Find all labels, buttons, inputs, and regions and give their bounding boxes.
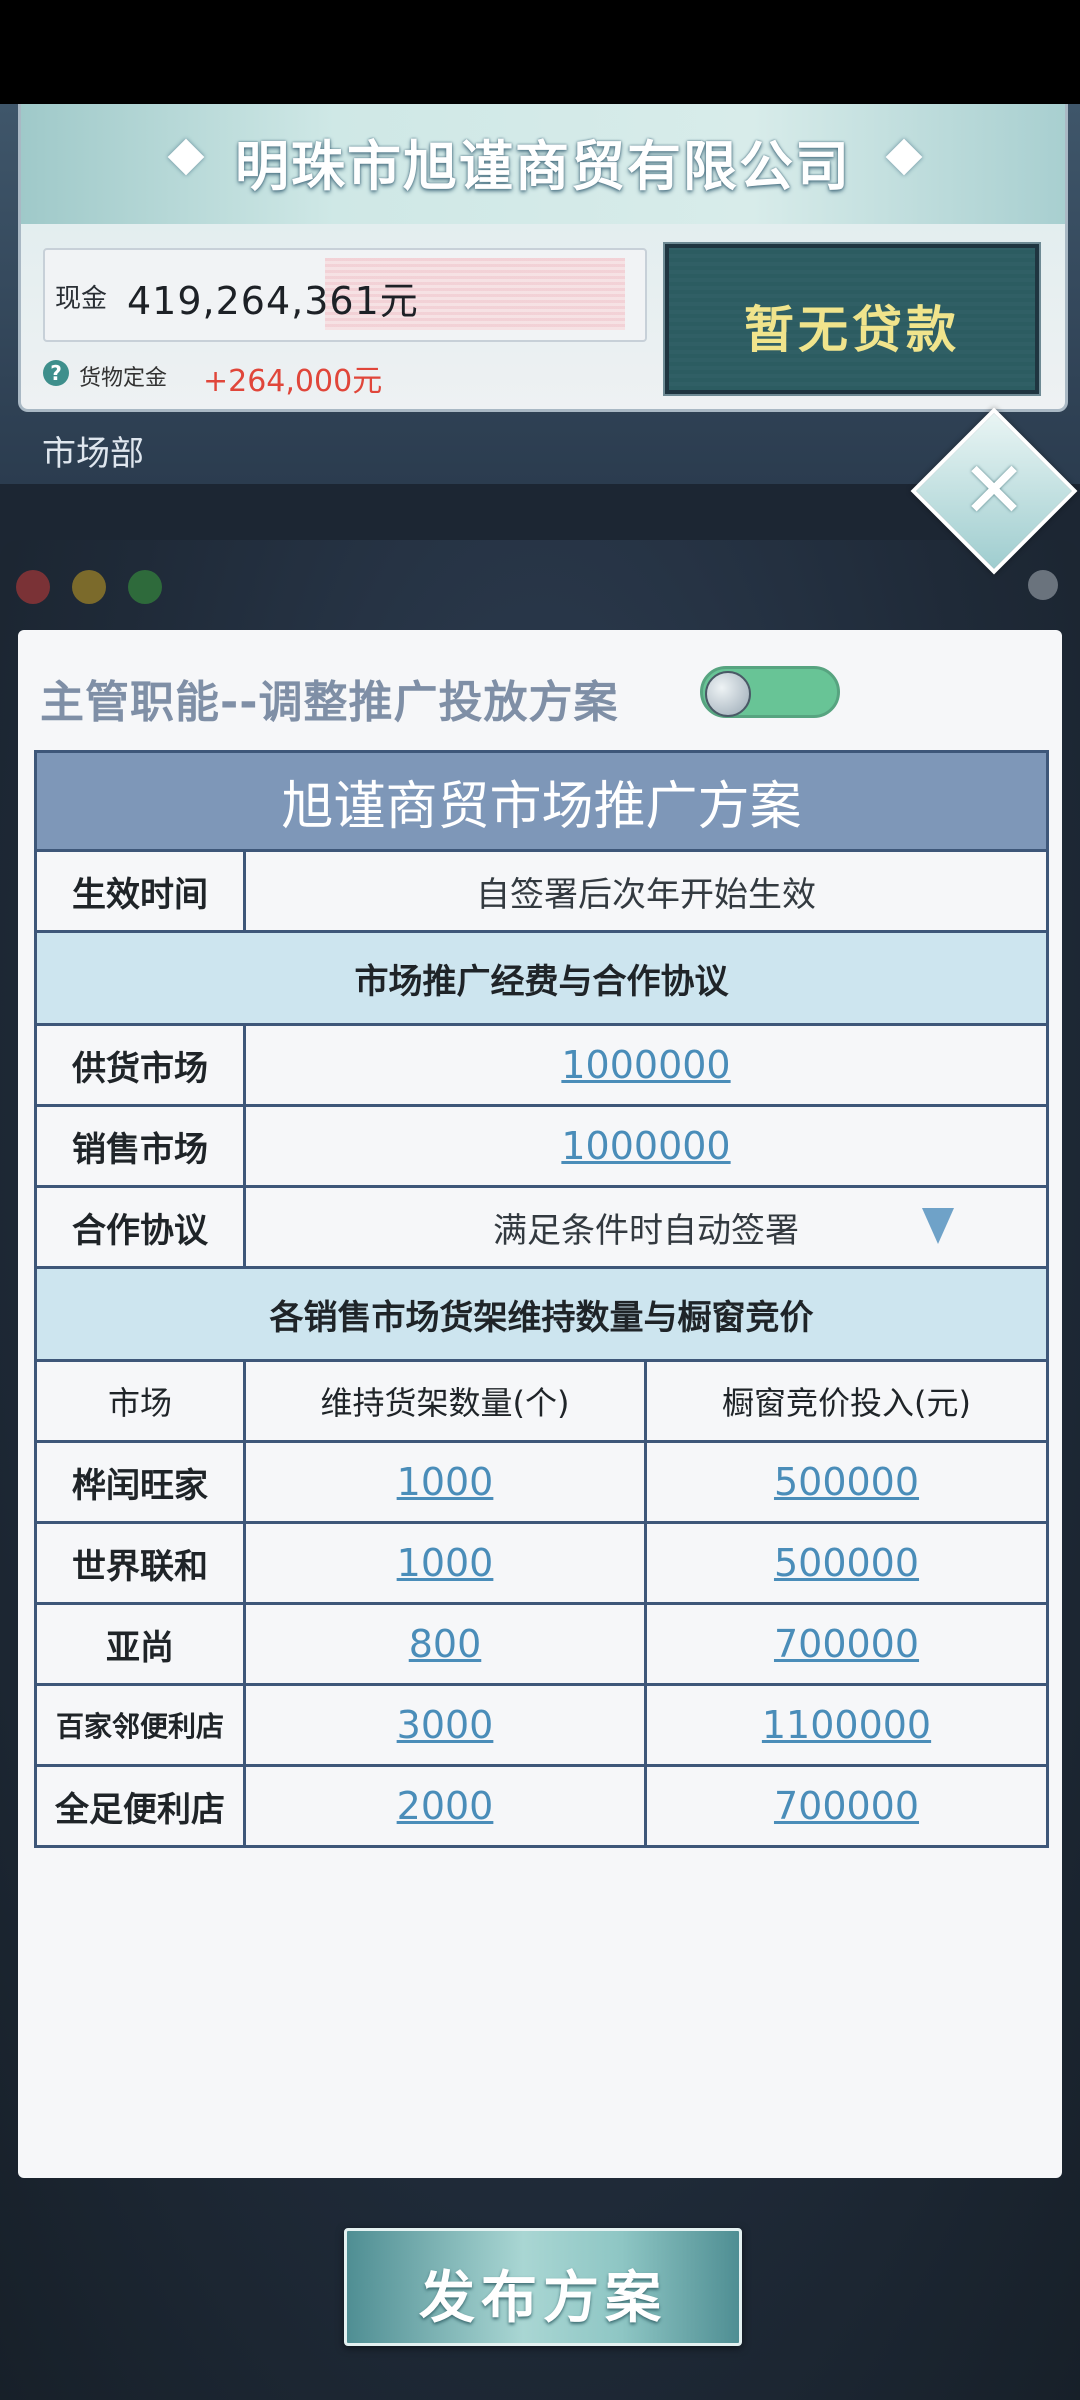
market-name: 亚尚 [34, 1602, 246, 1686]
table-row: 世界联和 1000 500000 [34, 1521, 1050, 1605]
publish-plan-button[interactable]: 发布方案 [344, 2228, 742, 2346]
function-toggle[interactable] [700, 666, 840, 718]
chevron-down-icon[interactable] [922, 1208, 955, 1244]
window-dot-grey-icon [1028, 570, 1058, 600]
bid-value[interactable]: 700000 [643, 1602, 1050, 1686]
department-label: 市场部 [42, 434, 144, 474]
deposit-value: +264,000元 [203, 364, 383, 399]
column-header-bid: 橱窗竞价投入(元) [643, 1359, 1050, 1443]
loan-button[interactable]: 暂无贷款 [663, 242, 1041, 396]
close-icon[interactable]: ✕ [935, 432, 1053, 550]
agreement-label: 合作协议 [34, 1185, 246, 1269]
cash-box: 现金 419,264,361元 [43, 248, 647, 342]
company-panel: 明珠市旭谨商贸有限公司 现金 419,264,361元 ? 货物定金 +264,… [0, 104, 1080, 484]
loan-button-label: 暂无贷款 [744, 301, 960, 359]
agreement-dropdown[interactable]: 满足条件时自动签署 [242, 1185, 1050, 1269]
bid-value[interactable]: 1100000 [643, 1683, 1050, 1767]
window-dot-yellow-icon [72, 570, 106, 604]
status-bar [0, 0, 1080, 104]
toggle-knob [705, 671, 751, 717]
deposit-label: 货物定金 [79, 366, 168, 391]
bid-value[interactable]: 700000 [643, 1764, 1050, 1848]
sales-market-value[interactable]: 1000000 [242, 1104, 1050, 1188]
help-icon[interactable]: ? [43, 360, 69, 386]
supply-market-value[interactable]: 1000000 [242, 1023, 1050, 1107]
main-window: 主管职能--调整推广投放方案 旭谨商贸市场推广方案 生效时间 自签署后次年开始生… [0, 540, 1080, 2400]
window-dot-red-icon [16, 570, 50, 604]
table-row: 亚尚 800 700000 [34, 1602, 1050, 1686]
agreement-value: 满足条件时自动签署 [493, 1210, 799, 1251]
dialog-heading: 主管职能--调整推广投放方案 [40, 677, 619, 728]
company-banner: 明珠市旭谨商贸有限公司 [21, 104, 1065, 224]
market-name: 桦闰旺家 [34, 1440, 246, 1524]
cash-label: 现金 [55, 284, 108, 314]
company-card: 明珠市旭谨商贸有限公司 现金 419,264,361元 ? 货物定金 +264,… [18, 104, 1068, 412]
shelves-value[interactable]: 1000 [243, 1521, 647, 1605]
plan-table: 旭谨商贸市场推广方案 生效时间 自签署后次年开始生效 市场推广经费与合作协议 供… [33, 750, 1050, 1848]
supply-market-label: 供货市场 [34, 1023, 246, 1107]
shelves-value[interactable]: 3000 [243, 1683, 647, 1767]
table-row: 全足便利店 2000 700000 [34, 1764, 1050, 1848]
column-header-shelves: 维持货架数量(个) [243, 1359, 647, 1443]
shelves-value[interactable]: 2000 [243, 1764, 647, 1848]
column-header-market: 市场 [34, 1359, 246, 1443]
bid-value[interactable]: 500000 [643, 1521, 1050, 1605]
window-dot-green-icon [128, 570, 162, 604]
effective-label: 生效时间 [34, 849, 246, 933]
plan-title: 旭谨商贸市场推广方案 [33, 750, 1050, 852]
shelves-value[interactable]: 800 [243, 1602, 647, 1686]
table-row: 桦闰旺家 1000 500000 [34, 1440, 1050, 1524]
cash-value: 419,264,361元 [127, 279, 419, 323]
sales-market-label: 销售市场 [34, 1104, 246, 1188]
market-name: 世界联和 [34, 1521, 246, 1605]
effective-value: 自签署后次年开始生效 [242, 849, 1050, 933]
shelves-value[interactable]: 1000 [243, 1440, 647, 1524]
market-name: 百家邻便利店 [34, 1683, 246, 1767]
section-fees-header: 市场推广经费与合作协议 [33, 930, 1050, 1026]
section-shelves-header: 各销售市场货架维持数量与橱窗竞价 [33, 1266, 1050, 1362]
bid-value[interactable]: 500000 [643, 1440, 1050, 1524]
market-name: 全足便利店 [34, 1764, 246, 1848]
publish-plan-label: 发布方案 [419, 2266, 667, 2331]
plan-document: 主管职能--调整推广投放方案 旭谨商贸市场推广方案 生效时间 自签署后次年开始生… [18, 630, 1062, 2178]
table-row: 百家邻便利店 3000 1100000 [34, 1683, 1050, 1767]
